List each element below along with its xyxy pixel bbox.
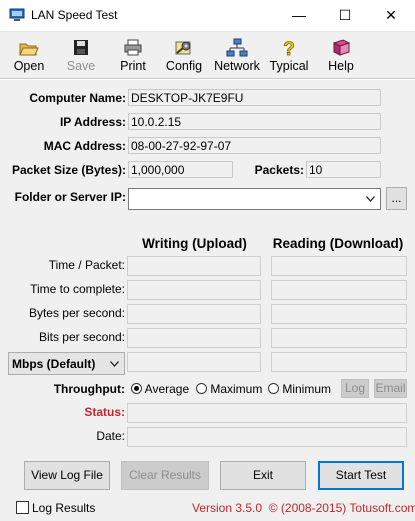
version-copyright: Version 3.5.0 © (2008-2015) Totusoft.com — [192, 501, 415, 515]
toolbar-save-button[interactable]: Save — [60, 36, 102, 76]
log-results-checkbox[interactable] — [16, 501, 29, 514]
mac-address-label: MAC Address: — [43, 139, 126, 153]
throughput-minimum-radio[interactable]: Minimum — [268, 382, 331, 396]
open-folder-icon — [19, 43, 39, 56]
time-per-packet-label: Time / Packet: — [48, 258, 125, 272]
time-per-packet-download — [271, 256, 407, 276]
toolbar-label: Config — [165, 59, 203, 73]
mbps-download — [271, 352, 407, 372]
date-field — [127, 427, 407, 447]
log-results-label: Log Results — [32, 501, 96, 515]
date-label: Date: — [96, 429, 125, 443]
folder-server-label: Folder or Server IP: — [14, 190, 126, 204]
writing-upload-header: Writing (Upload) — [142, 236, 247, 251]
toolbar-divider — [0, 78, 415, 80]
toolbar-label: Open — [13, 59, 45, 73]
time-to-complete-download — [271, 280, 407, 300]
mbps-upload — [127, 352, 261, 372]
minimize-icon: — — [292, 7, 306, 23]
clear-results-button[interactable]: Clear Results — [121, 461, 209, 490]
chevron-down-icon — [110, 361, 119, 367]
question-icon: ? — [283, 39, 295, 58]
window-title: LAN Speed Test — [31, 8, 118, 22]
toolbar-label: Network — [214, 59, 260, 73]
floppy-disk-icon — [74, 40, 88, 55]
time-to-complete-label: Time to complete: — [30, 282, 125, 296]
toolbar-label: Help — [328, 59, 354, 73]
bits-per-second-upload — [127, 328, 261, 348]
chevron-down-icon[interactable] — [366, 196, 375, 202]
ip-address-field[interactable]: 10.0.2.15 — [128, 113, 381, 130]
svg-text:?: ? — [283, 39, 295, 58]
maximize-icon: ☐ — [338, 7, 352, 23]
unit-select[interactable]: Mbps (Default) — [8, 352, 125, 375]
radio-icon — [196, 383, 207, 394]
mac-address-field[interactable]: 08-00-27-92-97-07 — [128, 137, 381, 154]
bytes-per-second-download — [271, 304, 407, 324]
unit-select-value: Mbps (Default) — [12, 357, 96, 371]
bits-per-second-download — [271, 328, 407, 348]
bytes-per-second-upload — [127, 304, 261, 324]
printer-icon — [124, 39, 142, 56]
app-icon — [9, 8, 25, 21]
ip-address-label: IP Address: — [59, 115, 126, 129]
network-icon — [226, 38, 248, 57]
toolbar-config-button[interactable]: Config — [162, 36, 206, 76]
throughput-maximum-radio[interactable]: Maximum — [196, 382, 262, 396]
email-button[interactable]: Email — [374, 379, 407, 398]
reading-download-header: Reading (Download) — [272, 236, 404, 251]
exit-button[interactable]: Exit — [220, 461, 306, 490]
radio-selected-icon — [131, 383, 142, 394]
bytes-per-second-label: Bytes per second: — [28, 306, 125, 320]
throughput-average-radio[interactable]: Average — [131, 382, 189, 396]
toolbar-label: Typical — [269, 59, 309, 73]
log-button[interactable]: Log — [341, 379, 369, 398]
radio-label: Minimum — [282, 382, 332, 396]
status-field — [127, 403, 407, 423]
minimize-button[interactable]: — — [276, 0, 322, 31]
toolbar-help-button[interactable]: Help — [320, 36, 362, 76]
toolbar-typical-button[interactable]: ? Typical — [268, 36, 310, 76]
toolbar-open-button[interactable]: Open — [8, 36, 50, 76]
computer-name-field[interactable]: DESKTOP-JK7E9FU — [128, 89, 381, 106]
close-button[interactable]: ✕ — [368, 0, 414, 31]
folder-server-combo[interactable] — [128, 188, 381, 210]
bits-per-second-label: Bits per second: — [38, 330, 125, 344]
packet-size-label: Packet Size (Bytes): — [11, 163, 126, 177]
time-per-packet-upload — [127, 256, 261, 276]
computer-name-label: Computer Name: — [29, 91, 126, 105]
toolbar-label: Print — [120, 59, 146, 73]
browse-button[interactable]: ... — [386, 187, 407, 210]
view-log-file-button[interactable]: View Log File — [24, 461, 110, 490]
radio-icon — [268, 383, 279, 394]
config-icon — [175, 41, 191, 55]
radio-label: Maximum — [210, 382, 263, 396]
toolbar-label: Save — [66, 59, 96, 73]
toolbar-print-button[interactable]: Print — [112, 36, 154, 76]
radio-label: Average — [144, 382, 190, 396]
packet-size-field[interactable]: 1,000,000 — [128, 161, 233, 178]
help-book-icon — [332, 39, 351, 56]
start-test-button[interactable]: Start Test — [318, 461, 404, 490]
packets-label: Packets: — [254, 163, 304, 177]
toolbar-network-button[interactable]: Network — [212, 36, 262, 76]
maximize-button[interactable]: ☐ — [322, 0, 368, 31]
time-to-complete-upload — [127, 280, 261, 300]
status-label: Status: — [84, 405, 125, 419]
packets-field[interactable]: 10 — [306, 161, 381, 178]
close-icon: ✕ — [385, 7, 397, 23]
throughput-label: Throughput: — [53, 382, 125, 396]
